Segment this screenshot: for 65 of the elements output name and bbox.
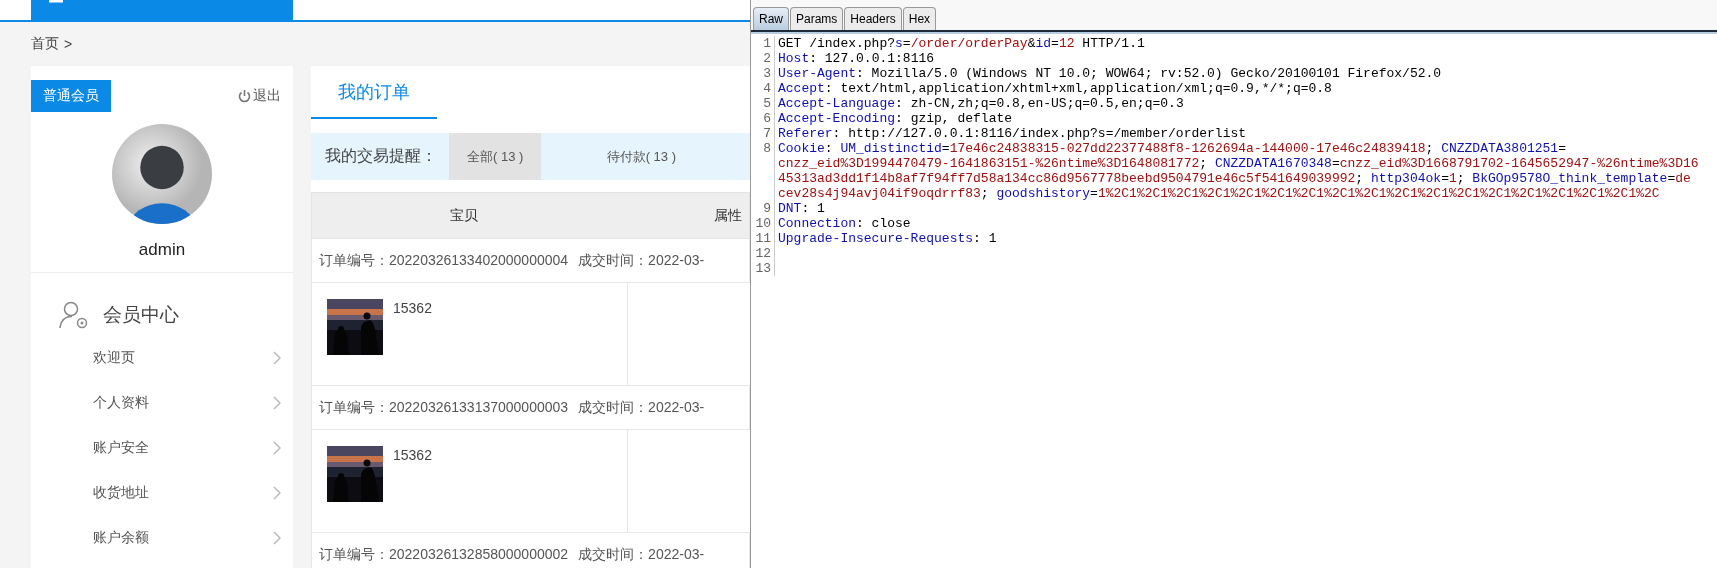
code-line: cnzz_eid%3D1994470479-1641863151-%26ntime%3D1648081772; CNZZDATA1670348=cnzz_eid%3D1668791702-1645652947-%26ntime%3D16	[778, 156, 1699, 171]
code-line: Referer: http://127.0.0.1:8116/index.php?s=/member/orderlist	[778, 126, 1247, 141]
member-level-badge: 普通会员	[31, 80, 111, 112]
line-number: 1	[751, 36, 775, 51]
line-number: 10	[751, 216, 775, 231]
column-header: 宝贝	[449, 206, 479, 225]
editor-tab[interactable]: Headers	[844, 7, 902, 30]
code-line: DNT: 1	[778, 201, 825, 216]
product-title[interactable]: 15362	[393, 300, 432, 316]
chevron-right-icon	[273, 395, 281, 410]
editor-tab[interactable]: Raw	[753, 7, 789, 30]
line-number: 2	[751, 51, 775, 66]
member-center-title: 会员中心	[103, 303, 179, 327]
member-menu-item[interactable]: 账户余额	[31, 515, 293, 560]
column-header: 属性	[714, 206, 742, 225]
order-time: 成交时间：2022-03-	[578, 251, 705, 270]
code-line: Upgrade-Insecure-Requests: 1	[778, 231, 997, 246]
menu-icon	[49, 0, 63, 6]
line-number: 13	[751, 261, 775, 276]
line-number: 6	[751, 111, 775, 126]
code-line: Cookie: UM_distinctid=17e46c24838315-027dd22377488f8-1262694a-144000-17e46c24839418; CNZZDATA3801251=	[778, 141, 1567, 156]
code-line: Accept-Encoding: gzip, deflate	[778, 111, 1013, 126]
username: admin	[137, 240, 187, 260]
logout-button[interactable]: 退出	[238, 87, 293, 105]
order-number: 订单编号：20220326133137000000003	[319, 398, 569, 417]
code-line: GET /index.php?s=/order/orderPay&id=12 HTTP/1.1	[778, 36, 1145, 51]
line-number: 9	[751, 201, 775, 216]
editor-tab[interactable]: Params	[790, 7, 844, 30]
code-line: Connection: close	[778, 216, 911, 231]
member-menu-item[interactable]: 收货地址	[31, 470, 293, 515]
code-line: 45313ad3dd1f14b8af7f94ff7d58a134cc86d9567778beebd9504791e46c5f541649039992; http304ok=1; BkGOp9578O_think_template=de	[778, 171, 1692, 186]
order-time: 成交时间：2022-03-	[578, 398, 705, 417]
chevron-right-icon	[273, 530, 281, 545]
editor-tab[interactable]: Hex	[902, 7, 937, 30]
line-number: 8	[751, 141, 775, 201]
breadcrumb-separator: >	[64, 36, 73, 52]
code-line: Accept-Language: zh-CN,zh;q=0.8,en-US;q=0.5,en;q=0.3	[778, 96, 1184, 111]
user-gear-icon	[59, 301, 89, 329]
order-number: 订单编号：20220326132858000000002	[319, 545, 569, 564]
code-line: cev28s4j94avj04if9oqdrrf83; goodshistory=1%2C1%2C1%2C1%2C1%2C1%2C1%2C1%2C1%2C1%2C1%2C1%2C1%2C1%2C1%2C1%2C1%2C1%2C	[778, 186, 1661, 201]
power-icon	[238, 89, 251, 103]
member-menu-item[interactable]: 欢迎页	[31, 335, 293, 380]
member-menu-item[interactable]: 个人资料	[31, 380, 293, 425]
line-number: 4	[751, 81, 775, 96]
line-number: 5	[751, 96, 775, 111]
member-menu-item[interactable]: 账户安全	[31, 425, 293, 470]
code-line: User-Agent: Mozilla/5.0 (Windows NT 10.0; WOW64; rv:52.0) Gecko/20100101 Firefox/52.0	[778, 66, 1442, 81]
line-number: 7	[751, 126, 775, 141]
chevron-right-icon	[273, 485, 281, 500]
product-title[interactable]: 15362	[393, 447, 432, 463]
chevron-right-icon	[273, 350, 281, 365]
reminder-label: 我的交易提醒：	[324, 146, 438, 166]
order-filter[interactable]: 全部( 13 )	[449, 133, 542, 180]
code-line: Accept: text/html,application/xhtml+xml,application/xml;q=0.9,*/*;q=0.8	[778, 81, 1332, 96]
chevron-right-icon	[273, 440, 281, 455]
orders-tab[interactable]: 我的订单	[311, 72, 437, 119]
line-number: 3	[751, 66, 775, 81]
breadcrumb-link[interactable]: 首页	[31, 35, 59, 53]
line-number: 12	[751, 246, 775, 261]
category-menu-bar[interactable]	[31, 0, 293, 20]
order-number: 订单编号：20220326133402000000004	[319, 251, 569, 270]
code-line: Host: 127.0.0.1:8116	[778, 51, 935, 66]
line-number: 11	[751, 231, 775, 246]
order-time: 成交时间：2022-03-	[578, 545, 705, 564]
order-filter[interactable]: 待付款( 13 )	[541, 133, 742, 180]
